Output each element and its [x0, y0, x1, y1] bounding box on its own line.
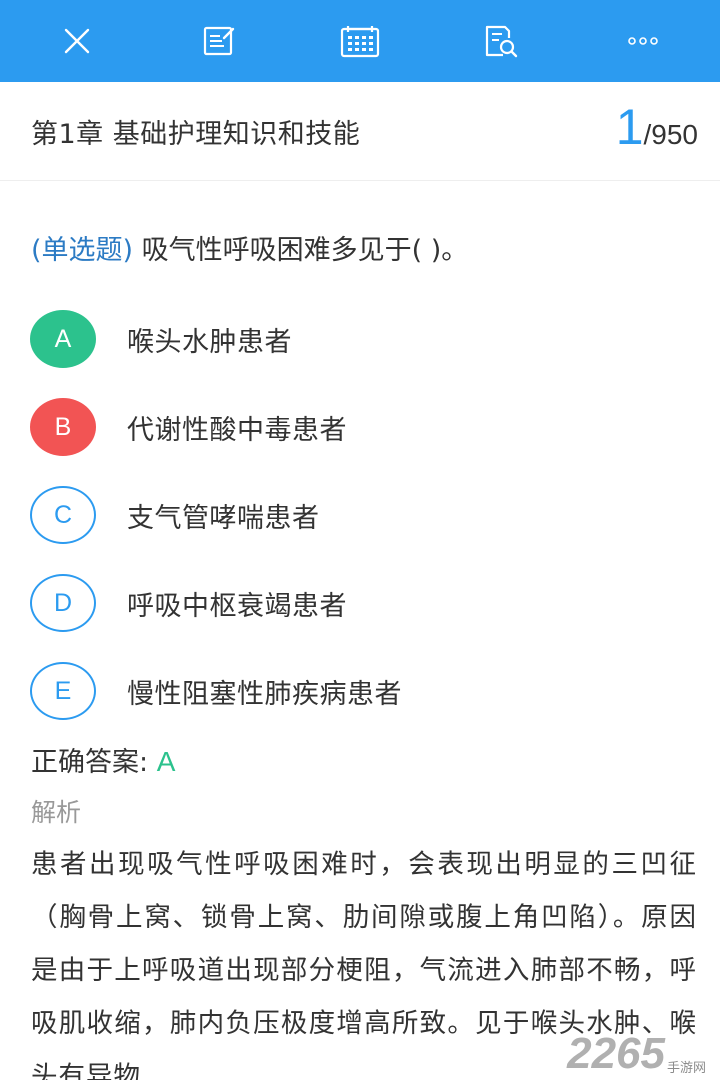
- watermark-text: 手游网: [666, 1061, 706, 1076]
- option-d-text: 呼吸中枢衰竭患者: [127, 591, 347, 622]
- option-a-text: 喉头水肿患者: [127, 327, 292, 358]
- correct-answer: 正确答案: A: [31, 740, 175, 779]
- top-toolbar: [0, 0, 720, 82]
- search-button[interactable]: [473, 13, 529, 69]
- note-button[interactable]: [191, 13, 247, 69]
- option-d[interactable]: D 呼吸中枢衰竭患者: [30, 574, 700, 634]
- question-text: 吸气性呼吸困难多见于( )。: [133, 235, 469, 266]
- more-button[interactable]: [615, 13, 671, 69]
- option-e[interactable]: E 慢性阻塞性肺疾病患者: [30, 662, 700, 722]
- option-b[interactable]: B 代谢性酸中毒患者: [30, 398, 700, 458]
- correct-answer-label: 正确答案:: [31, 747, 157, 778]
- option-b-text: 代谢性酸中毒患者: [127, 415, 347, 446]
- question-type: (单选题): [31, 235, 134, 266]
- edit-note-icon: [203, 26, 235, 56]
- close-icon: [64, 28, 90, 54]
- answer-card-icon: [340, 26, 380, 58]
- option-e-text: 慢性阻塞性肺疾病患者: [127, 679, 402, 710]
- option-d-badge: D: [30, 574, 96, 632]
- option-e-badge: E: [30, 662, 96, 720]
- more-icon: [628, 37, 658, 45]
- option-c[interactable]: C 支气管哮喘患者: [30, 486, 700, 546]
- search-document-icon: [485, 25, 518, 58]
- chapter-title: 第1章 基础护理知识和技能: [31, 119, 361, 150]
- close-button[interactable]: [49, 13, 105, 69]
- question-stem: (单选题) 吸气性呼吸困难多见于( )。: [31, 228, 701, 267]
- option-a[interactable]: A 喉头水肿患者: [30, 310, 700, 370]
- site-watermark: 2265 手游网: [567, 1032, 706, 1076]
- watermark-number: 2265: [567, 1029, 665, 1078]
- question-counter: 1/950: [616, 98, 698, 156]
- option-a-badge: A: [30, 310, 96, 368]
- option-b-badge: B: [30, 398, 96, 456]
- chapter-bar: 第1章 基础护理知识和技能 1/950: [0, 82, 720, 181]
- analysis-label: 解析: [31, 798, 82, 827]
- option-c-text: 支气管哮喘患者: [127, 503, 320, 534]
- option-c-badge: C: [30, 486, 96, 544]
- correct-answer-value: A: [156, 746, 176, 777]
- answer-card-button[interactable]: [332, 13, 388, 69]
- total-questions: /950: [643, 119, 699, 150]
- current-question-number: 1: [615, 99, 644, 155]
